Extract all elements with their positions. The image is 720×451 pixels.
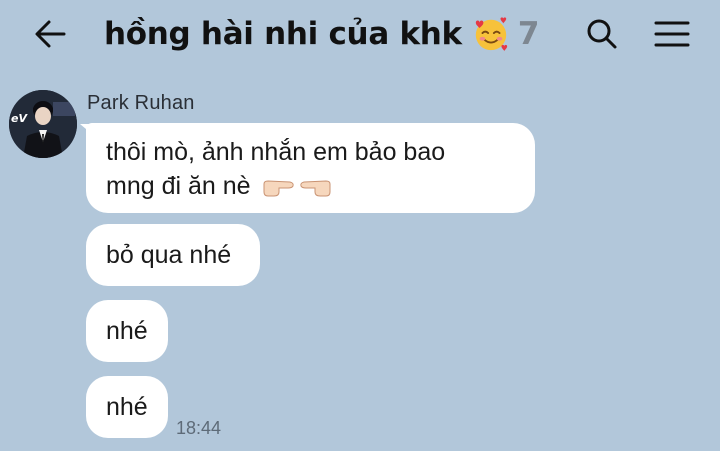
menu-button[interactable] xyxy=(650,14,694,54)
message-text: nhé xyxy=(106,393,148,421)
profile-photo: eV xyxy=(9,90,77,158)
message-bubble[interactable]: nhé xyxy=(86,300,168,362)
back-button[interactable] xyxy=(30,16,70,52)
backhand-index-pointing-left-icon xyxy=(299,180,330,197)
message-text: nhé xyxy=(106,317,148,345)
chat-title: hồng hài nhi của khk xyxy=(104,16,462,52)
search-icon xyxy=(587,19,617,49)
member-count: 7 xyxy=(517,16,540,52)
message-text: bỏ qua nhé xyxy=(106,241,232,269)
arrow-left-icon xyxy=(35,20,66,48)
hamburger-menu-icon xyxy=(654,21,690,47)
message-timestamp: 18:44 xyxy=(176,418,222,438)
message-text: mng đi ăn nè xyxy=(106,172,251,200)
message-bubble[interactable]: bỏ qua nhé xyxy=(86,224,260,286)
avatar[interactable]: eV xyxy=(9,90,77,158)
svg-text:eV: eV xyxy=(11,112,28,125)
sender-name: Park Ruhan xyxy=(87,92,195,114)
search-button[interactable] xyxy=(582,14,622,54)
chat-title-area[interactable]: hồng hài nhi của khk 7 xyxy=(104,10,539,58)
message-text-line: thôi mò, ảnh nhắn em bảo bao xyxy=(106,138,446,166)
smiling-face-with-hearts-icon xyxy=(475,17,507,52)
message-bubble[interactable]: nhé xyxy=(86,376,168,438)
backhand-index-pointing-right-icon xyxy=(263,180,294,197)
chat-header: hồng hài nhi của khk 7 xyxy=(0,0,720,68)
message-bubble[interactable]: thôi mò, ảnh nhắn em bảo bao mng đi ăn n… xyxy=(86,123,535,213)
message-text-line: mng đi ăn nè xyxy=(106,169,515,203)
